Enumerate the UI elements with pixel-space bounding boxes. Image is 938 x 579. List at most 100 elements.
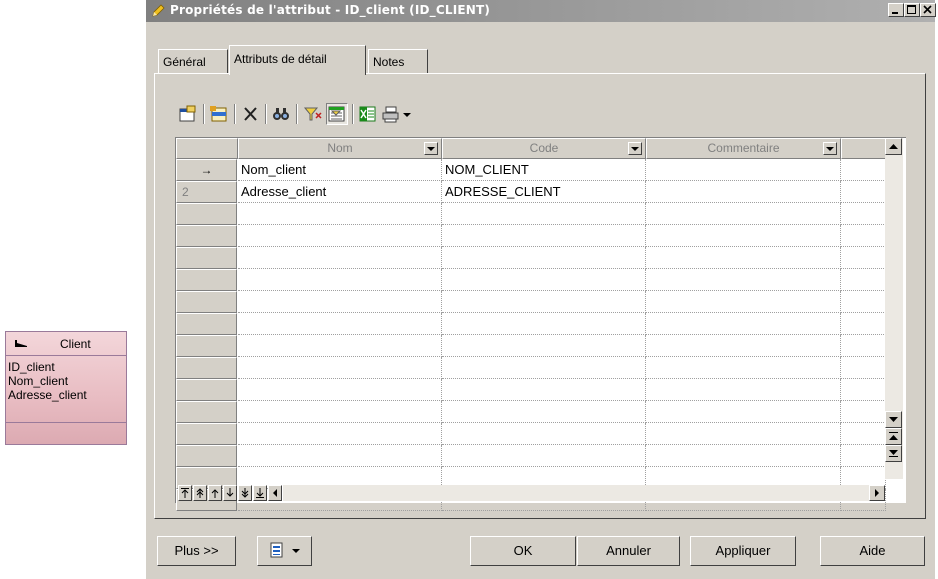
empty-cell[interactable] <box>442 445 646 467</box>
maximize-button[interactable] <box>904 3 920 17</box>
empty-cell[interactable] <box>442 269 646 291</box>
empty-cell[interactable] <box>646 445 841 467</box>
empty-cell[interactable] <box>646 203 841 225</box>
cell-code[interactable]: NOM_CLIENT <box>442 159 646 181</box>
empty-cell[interactable] <box>841 357 886 379</box>
scroll-down-button[interactable] <box>885 411 902 428</box>
empty-cell[interactable] <box>238 445 442 467</box>
filter-button[interactable] <box>302 103 324 125</box>
cell-nom[interactable]: Nom_client <box>238 159 442 181</box>
empty-cell[interactable] <box>238 357 442 379</box>
move-down-button[interactable] <box>223 485 237 501</box>
move-up-button[interactable] <box>208 485 222 501</box>
empty-cell[interactable] <box>238 291 442 313</box>
column-header-code[interactable]: Code <box>442 138 646 159</box>
row-header[interactable] <box>176 379 237 401</box>
cell-commentaire[interactable] <box>646 159 841 181</box>
column-header-commentaire[interactable]: Commentaire <box>646 138 841 159</box>
row-header[interactable] <box>176 401 237 423</box>
empty-cell[interactable] <box>646 269 841 291</box>
help-button[interactable]: Aide <box>820 536 925 566</box>
scroll-left-button[interactable] <box>268 485 282 501</box>
column-filter-dropdown[interactable] <box>823 142 837 155</box>
empty-cell[interactable] <box>841 445 886 467</box>
row-header-current[interactable]: → <box>176 159 237 181</box>
row-header[interactable] <box>176 269 237 291</box>
empty-cell[interactable] <box>646 247 841 269</box>
scroll-page-up-button[interactable] <box>885 428 902 445</box>
empty-cell[interactable] <box>646 401 841 423</box>
tab-detail-attributes[interactable]: Attributs de détail <box>229 45 366 75</box>
empty-cell[interactable] <box>238 203 442 225</box>
move-top-button[interactable] <box>178 485 192 501</box>
vertical-scrollbar[interactable] <box>885 138 903 479</box>
empty-cell[interactable] <box>841 423 886 445</box>
empty-cell[interactable] <box>646 225 841 247</box>
entity-client-box[interactable]: Client ID_client Nom_client Adresse_clie… <box>5 331 127 445</box>
empty-cell[interactable] <box>442 203 646 225</box>
empty-cell[interactable] <box>442 423 646 445</box>
column-header-nom[interactable]: Nom <box>238 138 442 159</box>
empty-cell[interactable] <box>646 379 841 401</box>
empty-cell[interactable] <box>841 225 886 247</box>
apply-button[interactable]: Appliquer <box>690 536 796 566</box>
row-header[interactable] <box>176 225 237 247</box>
find-button[interactable] <box>270 103 292 125</box>
close-button[interactable] <box>920 3 936 17</box>
tab-general[interactable]: Général <box>158 49 228 73</box>
properties-button[interactable] <box>177 103 199 125</box>
empty-cell[interactable] <box>646 423 841 445</box>
move-page-up-button[interactable] <box>193 485 207 501</box>
move-bottom-button[interactable] <box>253 485 267 501</box>
print-options-dropdown[interactable] <box>400 103 414 125</box>
empty-cell[interactable] <box>646 335 841 357</box>
customize-columns-button[interactable] <box>326 103 348 125</box>
row-header[interactable] <box>176 291 237 313</box>
empty-cell[interactable] <box>442 291 646 313</box>
empty-cell[interactable] <box>238 247 442 269</box>
empty-cell[interactable] <box>841 269 886 291</box>
empty-cell[interactable] <box>238 379 442 401</box>
cell-nom[interactable]: Adresse_client <box>238 181 442 203</box>
scroll-page-down-button[interactable] <box>885 445 902 462</box>
empty-cell[interactable] <box>841 379 886 401</box>
tab-notes[interactable]: Notes <box>368 49 428 73</box>
empty-cell[interactable] <box>841 291 886 313</box>
print-button[interactable] <box>380 103 402 125</box>
empty-cell[interactable] <box>238 269 442 291</box>
row-header[interactable]: 2 <box>176 181 237 203</box>
empty-cell[interactable] <box>238 335 442 357</box>
cell-empty[interactable] <box>841 159 886 181</box>
row-header[interactable] <box>176 335 237 357</box>
empty-cell[interactable] <box>238 313 442 335</box>
empty-cell[interactable] <box>841 203 886 225</box>
column-filter-dropdown[interactable] <box>424 142 438 155</box>
horizontal-scroll-track[interactable] <box>283 485 869 501</box>
empty-cell[interactable] <box>238 225 442 247</box>
empty-cell[interactable] <box>442 225 646 247</box>
more-button[interactable]: Plus >> <box>157 536 236 566</box>
empty-cell[interactable] <box>841 335 886 357</box>
cell-code[interactable]: ADRESSE_CLIENT <box>442 181 646 203</box>
row-header[interactable] <box>176 357 237 379</box>
empty-cell[interactable] <box>238 423 442 445</box>
cell-commentaire[interactable] <box>646 181 841 203</box>
layout-dropdown-button[interactable] <box>257 536 312 566</box>
column-filter-dropdown[interactable] <box>628 142 642 155</box>
move-page-down-button[interactable] <box>238 485 252 501</box>
minimize-button[interactable] <box>888 3 904 17</box>
ok-button[interactable]: OK <box>470 536 576 566</box>
empty-cell[interactable] <box>841 313 886 335</box>
row-header[interactable] <box>176 313 237 335</box>
title-bar[interactable]: Propriétés de l'attribut - ID_client (ID… <box>146 0 936 22</box>
delete-button[interactable] <box>240 103 262 125</box>
add-row-button[interactable] <box>208 103 230 125</box>
excel-export-button[interactable] <box>357 103 379 125</box>
row-header[interactable] <box>176 423 237 445</box>
row-header[interactable] <box>176 203 237 225</box>
empty-cell[interactable] <box>442 379 646 401</box>
empty-cell[interactable] <box>442 335 646 357</box>
cell-empty[interactable] <box>841 181 886 203</box>
empty-cell[interactable] <box>646 291 841 313</box>
scroll-up-button[interactable] <box>885 138 902 155</box>
